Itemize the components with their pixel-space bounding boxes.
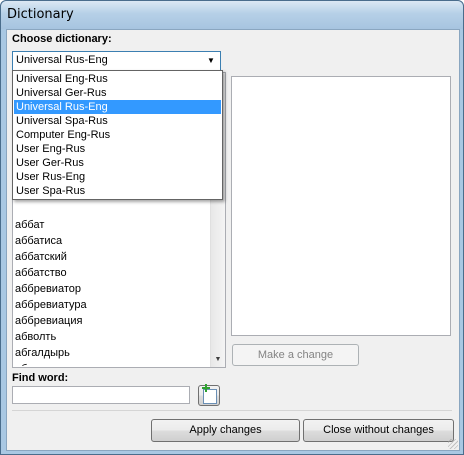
close-without-changes-button[interactable]: Close without changes bbox=[303, 419, 454, 442]
dropdown-option-universal-ger-rus[interactable]: Universal Ger-Rus bbox=[14, 86, 221, 100]
dropdown-option-universal-spa-rus[interactable]: Universal Spa-Rus bbox=[14, 114, 221, 128]
dictionary-select-value: Universal Rus-Eng bbox=[16, 54, 108, 66]
dropdown-option-user-spa-rus[interactable]: User Spa-Rus bbox=[14, 184, 221, 198]
list-item[interactable]: аббатиса bbox=[15, 233, 62, 249]
dropdown-option-user-eng-rus[interactable]: User Eng-Rus bbox=[14, 142, 221, 156]
list-item[interactable]: аббатский bbox=[15, 249, 67, 265]
add-word-button[interactable] bbox=[198, 384, 220, 406]
dictionary-window: Dictionary Choose dictionary: Universal … bbox=[0, 0, 464, 455]
resize-grip[interactable] bbox=[448, 439, 458, 449]
title-bar[interactable]: Dictionary bbox=[1, 1, 463, 29]
dictionary-select[interactable]: Universal Rus-Eng ▼ bbox=[12, 51, 221, 71]
list-item[interactable]: абгалдырь bbox=[15, 345, 70, 361]
list-item[interactable]: аббревиатура bbox=[15, 297, 87, 313]
add-document-icon bbox=[202, 384, 217, 404]
dropdown-option-universal-rus-eng[interactable]: Universal Rus-Eng bbox=[14, 100, 221, 114]
dictionary-dropdown-list: Universal Eng-Rus Universal Ger-Rus Univ… bbox=[12, 70, 223, 200]
list-item[interactable]: аббат bbox=[15, 217, 44, 233]
dropdown-option-computer-eng-rus[interactable]: Computer Eng-Rus bbox=[14, 128, 221, 142]
scroll-down-icon[interactable]: ▼ bbox=[211, 353, 225, 367]
choose-dictionary-label: Choose dictionary: bbox=[12, 33, 112, 45]
find-word-label: Find word: bbox=[12, 372, 69, 384]
window-title: Dictionary bbox=[7, 7, 74, 22]
list-item[interactable]: абволть bbox=[15, 329, 56, 345]
list-item[interactable]: аббревиатор bbox=[15, 281, 81, 297]
dropdown-option-universal-eng-rus[interactable]: Universal Eng-Rus bbox=[14, 72, 221, 86]
list-item[interactable]: аббатство bbox=[15, 265, 67, 281]
apply-changes-button[interactable]: Apply changes bbox=[151, 419, 300, 442]
dropdown-option-user-ger-rus[interactable]: User Ger-Rus bbox=[14, 156, 221, 170]
chevron-down-icon[interactable]: ▼ bbox=[204, 54, 218, 68]
dialog-client-area: Choose dictionary: Universal Rus-Eng ▼ а… bbox=[6, 29, 460, 451]
translation-panel[interactable] bbox=[231, 76, 451, 336]
list-item[interactable]: абгенри bbox=[15, 361, 56, 366]
list-item[interactable]: аббревиация bbox=[15, 313, 82, 329]
dropdown-option-user-rus-eng[interactable]: User Rus-Eng bbox=[14, 170, 221, 184]
find-word-input[interactable] bbox=[12, 386, 190, 404]
make-change-button[interactable]: Make a change bbox=[232, 344, 359, 366]
